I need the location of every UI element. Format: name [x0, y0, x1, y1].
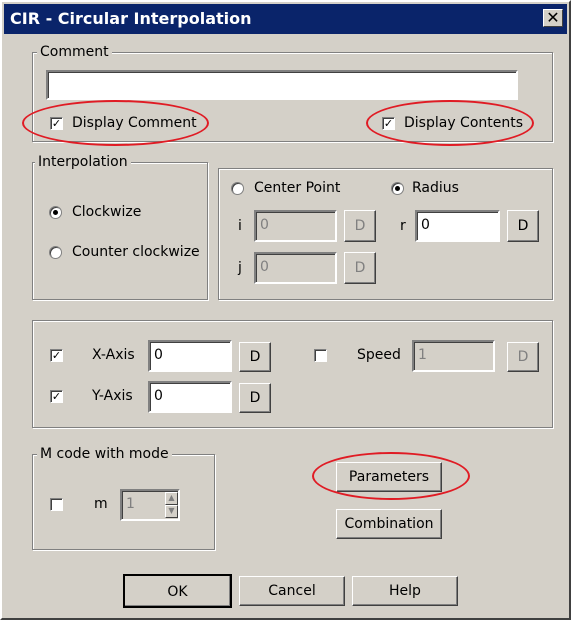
y-axis-checkbox[interactable]: ✓ [50, 390, 63, 403]
x-axis-d-button[interactable]: D [239, 342, 271, 372]
parameters-button[interactable]: Parameters [336, 462, 442, 492]
x-axis-checkbox[interactable]: ✓ [50, 349, 63, 362]
m-checkbox[interactable] [50, 498, 63, 511]
center-point-radio[interactable] [231, 182, 244, 195]
j-label: j [238, 260, 242, 276]
center-point-label[interactable]: Center Point [254, 179, 340, 197]
y-axis-d-button[interactable]: D [239, 383, 271, 413]
mcode-group-label: M code with mode [37, 446, 172, 462]
speed-input: 1 [412, 340, 495, 372]
close-button[interactable]: ✕ [543, 9, 563, 27]
cancel-button[interactable]: Cancel [239, 576, 345, 606]
display-contents-label[interactable]: Display Contents [404, 114, 523, 132]
help-button[interactable]: Help [352, 576, 458, 606]
speed-d-button: D [507, 342, 539, 372]
i-d-button: D [344, 210, 376, 242]
i-label: i [238, 218, 242, 234]
x-axis-label[interactable]: X-Axis [92, 346, 135, 364]
radius-label[interactable]: Radius [412, 179, 459, 197]
x-axis-input[interactable]: 0 [148, 340, 232, 372]
interpolation-group [32, 162, 208, 300]
clockwize-label[interactable]: Clockwize [72, 203, 141, 221]
comment-input[interactable] [46, 70, 518, 100]
interpolation-group-label: Interpolation [35, 154, 131, 170]
clockwize-radio[interactable] [49, 206, 62, 219]
counter-clockwize-radio[interactable] [49, 246, 62, 259]
r-input[interactable]: 0 [415, 210, 500, 242]
speed-checkbox[interactable] [314, 349, 327, 362]
axes-group [32, 320, 553, 428]
window-title: CIR - Circular Interpolation [10, 9, 252, 28]
combination-button[interactable]: Combination [336, 509, 442, 539]
m-spin-down-icon: ▼ [165, 505, 178, 518]
title-bar[interactable]: CIR - Circular Interpolation ✕ [4, 4, 567, 34]
display-contents-checkbox[interactable]: ✓ [382, 117, 395, 130]
j-d-button: D [344, 252, 376, 284]
m-spin-up-icon: ▲ [165, 492, 178, 505]
r-d-button[interactable]: D [507, 210, 539, 242]
speed-label[interactable]: Speed [357, 346, 401, 364]
display-comment-checkbox[interactable]: ✓ [50, 117, 63, 130]
display-comment-label[interactable]: Display Comment [72, 114, 197, 132]
counter-clockwize-label[interactable]: Counter clockwize [72, 243, 200, 261]
dialog-window: CIR - Circular Interpolation ✕ Comment ✓… [0, 0, 571, 620]
y-axis-label[interactable]: Y-Axis [92, 387, 133, 405]
y-axis-input[interactable]: 0 [148, 381, 232, 413]
r-label: r [400, 218, 406, 234]
radius-radio[interactable] [391, 182, 404, 195]
comment-group-label: Comment [37, 44, 112, 60]
j-input: 0 [254, 252, 337, 284]
ok-button[interactable]: OK [123, 574, 232, 608]
close-icon: ✕ [546, 8, 560, 27]
i-input: 0 [254, 210, 337, 242]
m-label[interactable]: m [94, 495, 108, 513]
